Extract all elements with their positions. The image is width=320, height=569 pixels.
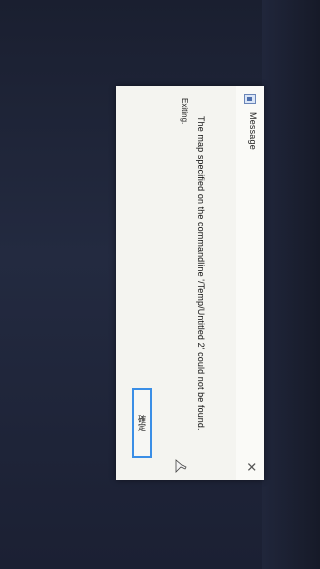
message-dialog: Message ✕ The map specified on the comma… — [116, 86, 264, 480]
status-text: Exiting. — [180, 98, 189, 125]
window-icon — [244, 94, 256, 104]
close-icon: ✕ — [244, 461, 259, 473]
ok-button-label: 確定 — [137, 415, 147, 431]
screen-edge-shadow — [262, 0, 320, 569]
close-button[interactable]: ✕ — [242, 458, 260, 476]
ok-button[interactable]: 確定 — [132, 388, 152, 458]
mouse-cursor-icon — [175, 459, 187, 473]
dialog-title: Message — [248, 112, 258, 150]
message-text: The map specified on the commandline '/T… — [196, 116, 206, 431]
dialog-titlebar[interactable]: Message ✕ — [236, 86, 264, 480]
